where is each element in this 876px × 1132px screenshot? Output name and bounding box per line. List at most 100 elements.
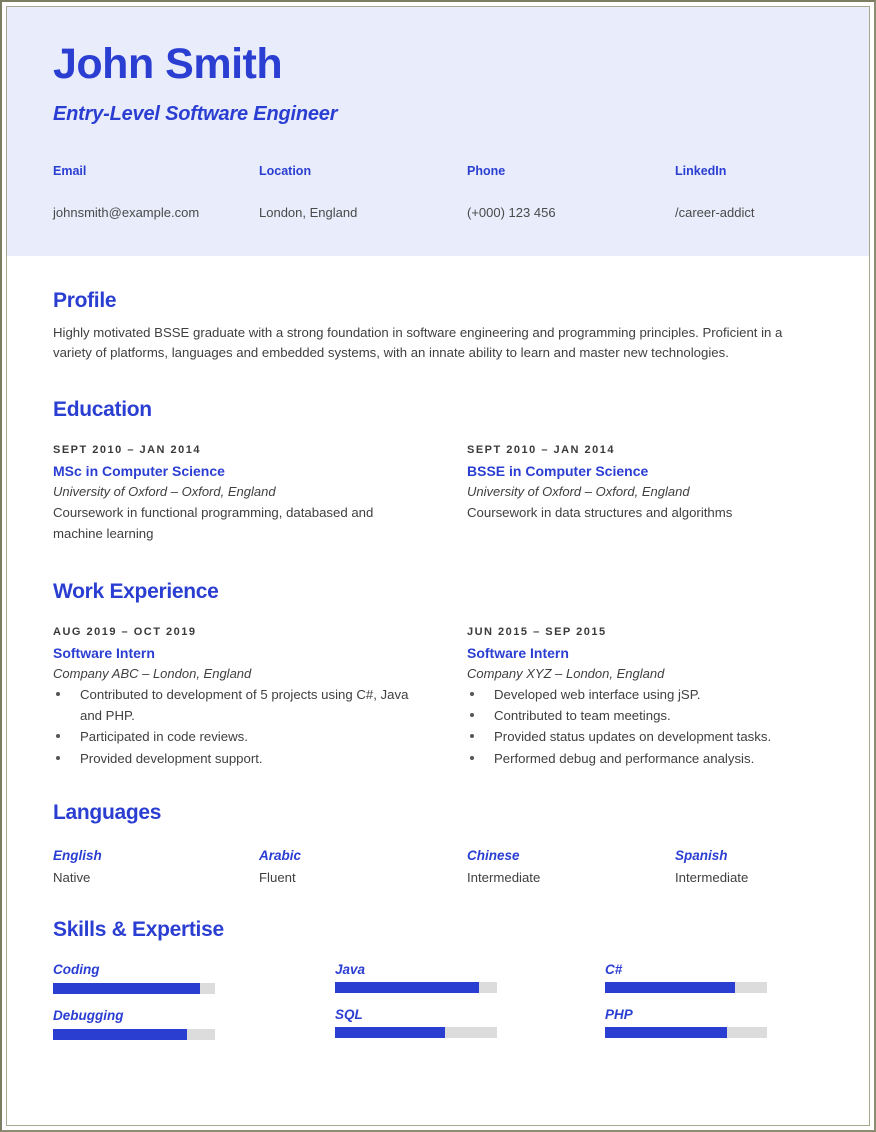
contact-value-linkedin[interactable]: /career-addict — [675, 205, 823, 220]
skill-name-csharp: C# — [605, 962, 623, 978]
contact-value-email[interactable]: johnsmith@example.com — [53, 205, 259, 220]
skill-name-php: PHP — [605, 1007, 633, 1023]
skill-bar-track — [335, 1027, 497, 1039]
section-skills: Skills & Expertise Coding Debugging Java… — [53, 918, 823, 1054]
bullet-dot-icon — [56, 755, 60, 760]
bullet-dot-icon — [56, 691, 60, 696]
section-profile: Profile Highly motivated BSSE graduate w… — [53, 289, 823, 364]
skill-bar-fill — [335, 1027, 446, 1039]
skills-column: Java SQL — [335, 962, 605, 1054]
contact-label-phone: Phone — [467, 164, 506, 179]
education-description: Coursework in data structures and algori… — [467, 504, 733, 520]
section-title-work-experience: Work Experience — [53, 579, 219, 603]
work-bullet-text: Performed debug and performance analysis… — [494, 750, 755, 766]
work-bullet-list: Contributed to development of 5 projects… — [53, 684, 467, 770]
language-level-chinese: Intermediate — [467, 870, 541, 886]
language-name-arabic: Arabic — [259, 848, 302, 864]
skill-bar-track — [53, 1029, 215, 1041]
skills-column: C# PHP — [605, 962, 823, 1054]
language-name-chinese: Chinese — [467, 848, 520, 864]
work-company: Company ABC – London, England — [53, 665, 252, 681]
language-level-english: Native — [53, 870, 91, 886]
section-title-profile: Profile — [53, 289, 117, 312]
work-bullet: Participated in code reviews. — [53, 726, 421, 747]
skill-name-java: Java — [335, 962, 366, 978]
education-degree: BSSE in Computer Science — [467, 462, 649, 479]
skill-bar-fill — [53, 1029, 188, 1041]
contact-label-location: Location — [259, 164, 312, 179]
contact-label-linkedin: LinkedIn — [675, 164, 727, 179]
contact-value-location: London, England — [259, 205, 358, 221]
education-entries: SEPT 2010 – JAN 2014 MSc in Computer Sci… — [53, 444, 823, 545]
skill-bar-fill — [335, 982, 480, 994]
work-bullet-text: Provided development support. — [80, 750, 263, 766]
work-role: Software Intern — [53, 644, 155, 661]
bullet-dot-icon — [56, 734, 60, 739]
education-entry: SEPT 2010 – JAN 2014 MSc in Computer Sci… — [53, 444, 467, 545]
candidate-name: John Smith — [53, 40, 283, 88]
skills-grid: Coding Debugging Java SQL C# PHP — [53, 962, 823, 1054]
resume-page: John Smith Entry-Level Software Engineer… — [0, 0, 876, 1132]
skill-bar-track — [335, 982, 497, 994]
work-bullet-text: Participated in code reviews. — [80, 729, 248, 745]
skill-bar-track — [605, 982, 767, 994]
section-work-experience: Work Experience AUG 2019 – OCT 2019 Soft… — [53, 580, 823, 770]
work-bullet: Contributed to team meetings. — [467, 705, 823, 726]
language-level-arabic: Fluent — [259, 870, 296, 886]
education-entry: SEPT 2010 – JAN 2014 BSSE in Computer Sc… — [467, 444, 823, 545]
work-bullet-list: Developed web interface using jSP. Contr… — [467, 684, 823, 770]
skill-name-debugging: Debugging — [53, 1008, 124, 1024]
section-title-education: Education — [53, 397, 152, 421]
work-role: Software Intern — [467, 644, 569, 661]
education-degree: MSc in Computer Science — [53, 462, 225, 479]
education-school: University of Oxford – Oxford, England — [467, 483, 690, 499]
skill-bar-fill — [605, 982, 735, 994]
contact-label-email: Email — [53, 164, 87, 179]
work-entry: AUG 2019 – OCT 2019 Software Intern Comp… — [53, 626, 467, 770]
language-name-english: English — [53, 848, 102, 864]
section-education: Education SEPT 2010 – JAN 2014 MSc in Co… — [53, 398, 823, 545]
candidate-job-title: Entry-Level Software Engineer — [53, 103, 338, 126]
bullet-dot-icon — [470, 755, 474, 760]
section-title-languages: Languages — [53, 801, 162, 825]
education-date: SEPT 2010 – JAN 2014 — [467, 443, 616, 456]
work-entries: AUG 2019 – OCT 2019 Software Intern Comp… — [53, 626, 823, 770]
bullet-dot-icon — [470, 734, 474, 739]
work-bullet-text: Contributed to development of 5 projects… — [80, 686, 409, 723]
skills-column: Coding Debugging — [53, 962, 335, 1054]
skill-item: PHP — [605, 1007, 823, 1039]
education-date: SEPT 2010 – JAN 2014 — [53, 443, 202, 456]
skill-name-coding: Coding — [53, 962, 100, 978]
skill-item: Java — [335, 962, 605, 994]
languages-grid: English Arabic Chinese Spanish Native Fl… — [53, 848, 823, 885]
work-bullet-text: Developed web interface using jSP. — [494, 686, 701, 702]
work-bullet: Developed web interface using jSP. — [467, 684, 823, 705]
resume-paper: John Smith Entry-Level Software Engineer… — [6, 6, 870, 1126]
skill-item: C# — [605, 962, 823, 994]
education-school: University of Oxford – Oxford, England — [53, 483, 276, 499]
skill-name-sql: SQL — [335, 1007, 363, 1023]
contact-value-phone[interactable]: (+000) 123 456 — [467, 205, 675, 220]
bullet-dot-icon — [470, 691, 474, 696]
work-bullet: Performed debug and performance analysis… — [467, 748, 823, 769]
profile-text: Highly motivated BSSE graduate with a st… — [53, 325, 783, 361]
skill-item: Debugging — [53, 1008, 335, 1041]
resume-body: Profile Highly motivated BSSE graduate w… — [7, 289, 869, 1054]
bullet-dot-icon — [470, 713, 474, 717]
work-entry: JUN 2015 – SEP 2015 Software Intern Comp… — [467, 626, 823, 770]
education-description: Coursework in functional programming, da… — [53, 504, 374, 541]
work-bullet: Provided development support. — [53, 748, 421, 769]
work-company: Company XYZ – London, England — [467, 665, 665, 681]
section-title-skills: Skills & Expertise — [53, 918, 224, 942]
skill-item: Coding — [53, 962, 335, 995]
work-bullet: Contributed to development of 5 projects… — [53, 684, 421, 727]
work-date: JUN 2015 – SEP 2015 — [467, 625, 607, 638]
contact-grid: Email Location Phone LinkedIn johnsmith@… — [53, 164, 823, 220]
language-level-spanish: Intermediate — [675, 870, 749, 886]
resume-header: John Smith Entry-Level Software Engineer… — [7, 7, 869, 256]
work-bullet-text: Provided status updates on development t… — [494, 729, 772, 745]
skill-bar-fill — [53, 983, 201, 995]
skill-bar-fill — [605, 1027, 727, 1039]
skill-bar-track — [605, 1027, 767, 1039]
skill-item: SQL — [335, 1007, 605, 1039]
